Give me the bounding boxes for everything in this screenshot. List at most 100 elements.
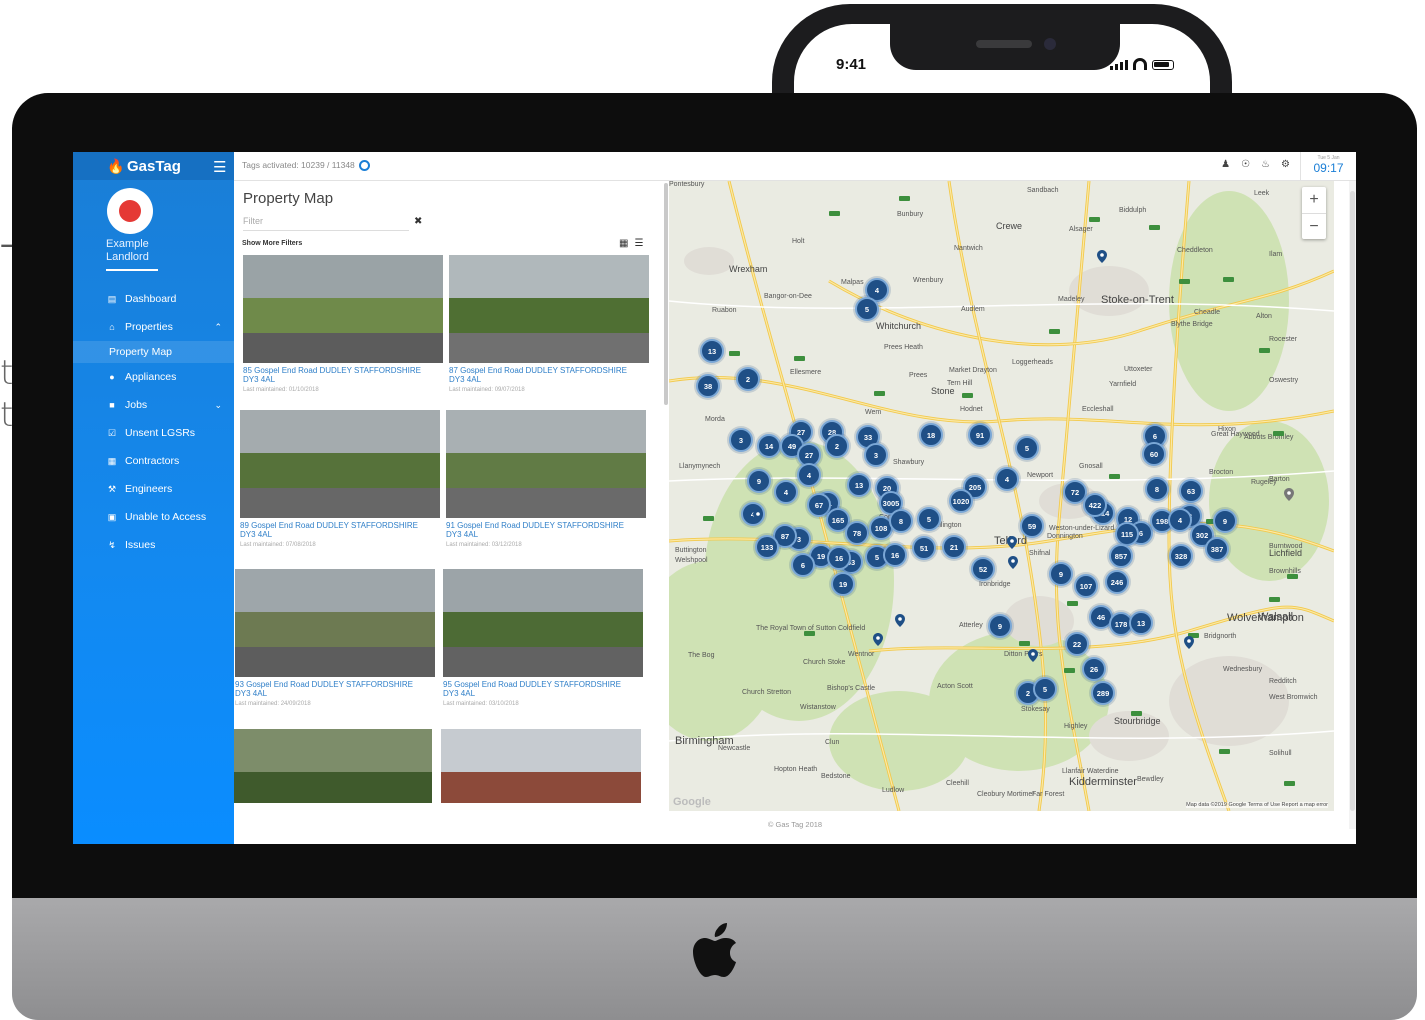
map-pin-icon[interactable]	[1008, 556, 1018, 569]
map-cluster-marker[interactable]: 60	[1142, 442, 1166, 466]
map-cluster-marker[interactable]: 3	[864, 443, 888, 467]
property-address[interactable]: 85 Gospel End Road DUDLEY STAFFORDSHIRE D…	[243, 366, 443, 384]
address-line1[interactable]: 95 Gospel End Road DUDLEY STAFFORDSHIRE	[443, 680, 643, 689]
address-line1[interactable]: 93 Gospel End Road DUDLEY STAFFORDSHIRE	[235, 680, 435, 689]
property-address[interactable]: 91 Gospel End Road DUDLEY STAFFORDSHIRE D…	[446, 521, 646, 539]
property-photo[interactable]	[243, 255, 443, 363]
property-address[interactable]: 95 Gospel End Road DUDLEY STAFFORDSHIRE D…	[443, 680, 643, 698]
map-cluster-marker[interactable]: 38	[696, 374, 720, 398]
zoom-out-button[interactable]: −	[1302, 214, 1326, 240]
map-cluster-marker[interactable]: 6	[791, 553, 815, 577]
map-pin-icon[interactable]	[1007, 536, 1017, 549]
zoom-in-button[interactable]: +	[1302, 187, 1326, 214]
address-line1[interactable]: 89 Gospel End Road DUDLEY STAFFORDSHIRE	[240, 521, 440, 530]
map-cluster-marker[interactable]: 13	[1129, 611, 1153, 635]
list-scrollbar[interactable]	[664, 183, 668, 405]
map-cluster-marker[interactable]: 3	[729, 428, 753, 452]
map-pin-icon[interactable]	[1097, 250, 1107, 263]
property-photo[interactable]	[441, 729, 641, 803]
map-cluster-marker[interactable]: 422	[1083, 493, 1107, 517]
map-cluster-marker[interactable]: 21	[942, 535, 966, 559]
map-cluster-marker[interactable]: 115	[1115, 522, 1139, 546]
map-pin-icon[interactable]	[1184, 636, 1194, 649]
property-card[interactable]: 93 Gospel End Road DUDLEY STAFFORDSHIRE D…	[235, 569, 435, 707]
address-postcode[interactable]: DY3 4AL	[240, 530, 440, 539]
map-cluster-marker[interactable]: 1020	[949, 489, 973, 513]
page-scrollbar[interactable]	[1349, 181, 1356, 829]
map-cluster-marker[interactable]: 78	[845, 521, 869, 545]
address-postcode[interactable]: DY3 4AL	[243, 375, 443, 384]
map-cluster-marker[interactable]: 59	[1020, 514, 1044, 538]
address-postcode[interactable]: DY3 4AL	[446, 530, 646, 539]
map-cluster-marker[interactable]: 9	[1049, 562, 1073, 586]
map-cluster-marker[interactable]: 107	[1074, 574, 1098, 598]
map-cluster-marker[interactable]: 133	[755, 535, 779, 559]
property-address[interactable]: 87 Gospel End Road DUDLEY STAFFORDSHIRE D…	[449, 366, 649, 384]
sidebar-item-unable-to-access[interactable]: ▣ Unable to Access	[73, 503, 234, 531]
map-cluster-marker[interactable]: 9	[1213, 509, 1237, 533]
property-map[interactable]: + − Google Map data ©2019 Google Terms o…	[669, 181, 1334, 811]
map-cluster-marker[interactable]: 9	[988, 614, 1012, 638]
filter-input[interactable]: Filter	[243, 216, 409, 231]
map-cluster-marker[interactable]: 9	[747, 469, 771, 493]
address-line1[interactable]: 85 Gospel End Road DUDLEY STAFFORDSHIRE	[243, 366, 443, 375]
sidebar-item-unsent-lgsrs[interactable]: ☑ Unsent LGSRs	[73, 419, 234, 447]
clear-filter-icon[interactable]: ✖	[414, 216, 422, 227]
map-cluster-marker[interactable]: 4	[797, 463, 821, 487]
map-cluster-marker[interactable]: 857	[1109, 544, 1133, 568]
map-cluster-marker[interactable]: 328	[1169, 544, 1193, 568]
map-cluster-marker[interactable]: 387	[1205, 537, 1229, 561]
property-card[interactable]: 91 Gospel End Road DUDLEY STAFFORDSHIRE D…	[446, 410, 646, 548]
bulb-icon[interactable]: ☉	[1241, 159, 1250, 170]
property-photo[interactable]	[443, 569, 643, 677]
map-cluster-marker[interactable]: 16	[883, 543, 907, 567]
property-photo[interactable]	[449, 255, 649, 363]
map-cluster-marker[interactable]: 289	[1091, 681, 1115, 705]
map-cluster-marker[interactable]: 4	[995, 467, 1019, 491]
sidebar-item-issues[interactable]: ↯ Issues	[73, 531, 234, 559]
address-postcode[interactable]: DY3 4AL	[443, 689, 643, 698]
map-cluster-marker[interactable]: 8	[1145, 477, 1169, 501]
map-cluster-marker[interactable]: 246	[1105, 570, 1129, 594]
address-line1[interactable]: 91 Gospel End Road DUDLEY STAFFORDSHIRE	[446, 521, 646, 530]
property-photo[interactable]	[240, 410, 440, 518]
grid-view-icon[interactable]: ▦	[619, 238, 628, 249]
address-postcode[interactable]: DY3 4AL	[449, 375, 649, 384]
gear-icon[interactable]: ⚙	[1281, 159, 1290, 170]
property-card[interactable]	[234, 729, 432, 803]
list-view-icon[interactable]: ☰	[634, 238, 643, 249]
property-photo[interactable]	[234, 729, 432, 803]
property-card[interactable]: 89 Gospel End Road DUDLEY STAFFORDSHIRE D…	[240, 410, 440, 548]
sidebar-item-appliances[interactable]: ● Appliances	[73, 363, 234, 391]
map-pin-icon[interactable]	[895, 614, 905, 627]
map-pin-icon[interactable]	[753, 509, 763, 522]
avatar[interactable]	[107, 188, 153, 234]
map-cluster-marker[interactable]: 18	[919, 423, 943, 447]
map-cluster-marker[interactable]: 5	[1015, 436, 1039, 460]
map-attribution[interactable]: Map data ©2019 Google Terms of Use Repor…	[1186, 802, 1328, 808]
map-pin-icon[interactable]	[1284, 488, 1294, 501]
map-cluster-marker[interactable]: 63	[1179, 479, 1203, 503]
map-cluster-marker[interactable]: 51	[912, 536, 936, 560]
map-cluster-marker[interactable]: 4	[774, 480, 798, 504]
sidebar-item-property-map[interactable]: Property Map	[73, 341, 234, 363]
map-cluster-marker[interactable]: 26	[1082, 657, 1106, 681]
property-photo[interactable]	[446, 410, 646, 518]
sidebar-item-engineers[interactable]: ⚒ Engineers	[73, 475, 234, 503]
sidebar-item-properties[interactable]: ⌂ Properties ⌃	[73, 313, 234, 341]
map-cluster-marker[interactable]: 5	[855, 297, 879, 321]
map-cluster-marker[interactable]: 13	[847, 473, 871, 497]
map-pin-icon[interactable]	[1028, 649, 1038, 662]
map-cluster-marker[interactable]: 19	[831, 572, 855, 596]
sidebar-item-jobs[interactable]: ■ Jobs ⌄	[73, 391, 234, 419]
property-address[interactable]: 89 Gospel End Road DUDLEY STAFFORDSHIRE D…	[240, 521, 440, 539]
sidebar-item-dashboard[interactable]: ▤ Dashboard	[73, 285, 234, 313]
property-card[interactable]: 95 Gospel End Road DUDLEY STAFFORDSHIRE D…	[443, 569, 643, 707]
property-card[interactable]: 85 Gospel End Road DUDLEY STAFFORDSHIRE D…	[243, 255, 443, 393]
sidebar-item-contractors[interactable]: ▦ Contractors	[73, 447, 234, 475]
property-photo[interactable]	[235, 569, 435, 677]
map-cluster-marker[interactable]: 52	[971, 557, 995, 581]
map-cluster-marker[interactable]: 16	[827, 546, 851, 570]
menu-icon[interactable]: ☰	[213, 158, 226, 176]
property-card[interactable]: 87 Gospel End Road DUDLEY STAFFORDSHIRE D…	[449, 255, 649, 393]
